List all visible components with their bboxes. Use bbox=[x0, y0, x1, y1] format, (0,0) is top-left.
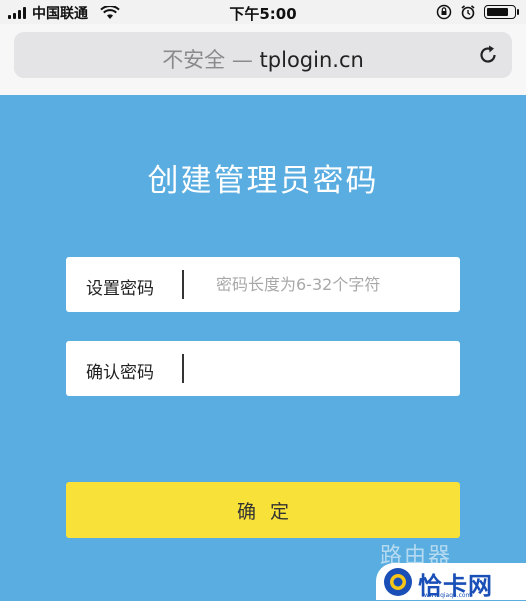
confirm-button[interactable]: 确定 bbox=[66, 482, 460, 538]
watermark-logo-icon bbox=[384, 568, 412, 596]
alarm-icon bbox=[461, 5, 475, 20]
status-bar: 中国联通 下午5:00 bbox=[0, 0, 526, 24]
confirm-password-field[interactable]: 确认密码 bbox=[66, 341, 460, 396]
page-title: 创建管理员密码 bbox=[147, 163, 379, 199]
password-field[interactable]: 设置密码 bbox=[66, 257, 460, 312]
text-cursor bbox=[182, 270, 184, 299]
url-domain: tplogin.cn bbox=[259, 48, 364, 72]
password-input[interactable] bbox=[194, 265, 446, 303]
text-cursor bbox=[182, 354, 184, 383]
security-indicator: 不安全 — bbox=[162, 48, 260, 72]
watermark-url: www.qiaqa.com bbox=[424, 592, 472, 599]
confirm-password-input[interactable] bbox=[194, 349, 446, 387]
status-bar-right bbox=[436, 4, 519, 20]
address-bar[interactable]: 不安全 — tplogin.cn bbox=[14, 32, 512, 78]
browser-toolbar: 不安全 — tplogin.cn bbox=[0, 24, 526, 95]
confirm-password-label: 确认密码 bbox=[86, 363, 154, 383]
battery-level bbox=[487, 8, 508, 16]
password-label: 设置密码 bbox=[86, 279, 154, 299]
reload-icon[interactable] bbox=[476, 43, 500, 67]
orientation-lock-icon bbox=[436, 4, 452, 20]
watermark-badge: 恰卡网 www.qiaqa.com bbox=[376, 563, 526, 600]
battery-icon bbox=[484, 5, 519, 19]
url-display[interactable]: 不安全 — tplogin.cn bbox=[14, 44, 512, 74]
